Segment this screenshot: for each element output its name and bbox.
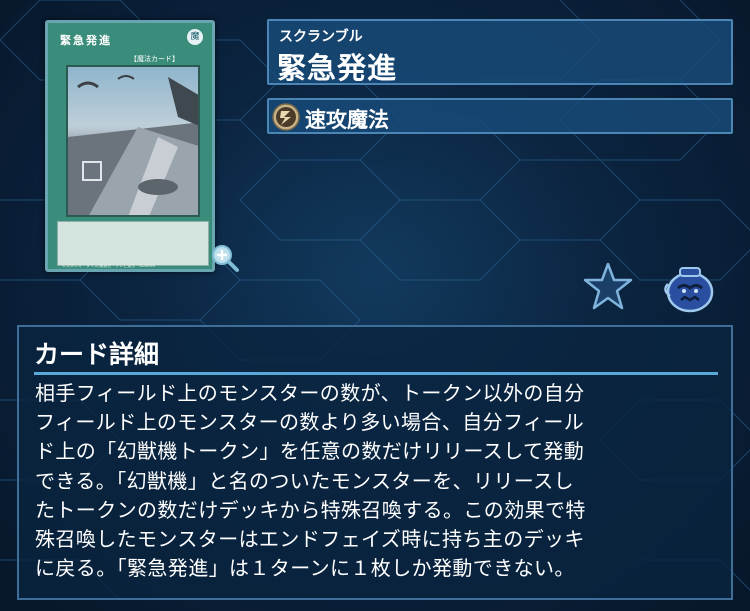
heading-divider [34, 372, 718, 375]
card-text-box [57, 221, 209, 266]
effect-line: ド上の「幻獣機トークン」を任意の数だけリリースして発動 [35, 439, 585, 464]
effect-line: フィールド上のモンスターの数より多い場合、自分フィール [35, 410, 585, 435]
card-detail-panel: カード詳細 相手フィールド上のモンスターの数が、トークン以外の自分 フィールド上… [17, 325, 733, 600]
card-copyright: ©スタジオ・ダイス/集英社・テレビ東京・KONAMI [62, 263, 156, 268]
quick-play-spell-icon [272, 103, 300, 131]
effect-line: できる。「幻獣機」と名のついたモンスターを、リリースし [35, 468, 574, 493]
card-title: 緊急発進 [277, 51, 398, 85]
effect-line: たトークンの数だけデッキから特殊召喚する。この効果で特 [35, 497, 586, 522]
card-type-panel: 速攻魔法 [267, 98, 733, 134]
pot-icon[interactable] [660, 262, 716, 314]
card-art-name: 緊急発進 [60, 34, 112, 47]
effect-line: 殊召喚したモンスターはエンドフェイズ時に持ち主のデッキ [35, 527, 585, 552]
star-icon[interactable] [582, 261, 634, 313]
effect-line: 相手フィールド上のモンスターの数が、トークン以外の自分 [35, 381, 585, 405]
card-title-reading: スクランブル [279, 29, 363, 45]
card-title-panel: スクランブル 緊急発進 [267, 19, 733, 85]
card-detail-heading: カード詳細 [34, 340, 160, 369]
card-image[interactable]: 緊急発進 魔 【魔法カード】 ©スタジオ・ダイス/集英社・テレビ東京・KONAM… [45, 20, 239, 272]
zoom-icon[interactable] [210, 243, 240, 273]
effect-line: に戻る。「緊急発進」は１ターンに１枚しか発動できない。 [35, 556, 575, 581]
card-art-type: 【魔法カード】 [130, 55, 179, 63]
attribute-icon: 魔 [187, 29, 203, 45]
card-artwork [66, 65, 200, 217]
card-type-label: 速攻魔法 [305, 108, 389, 132]
card-effect-text: 相手フィールド上のモンスターの数が、トークン以外の自分 フィールド上のモンスター… [35, 379, 725, 583]
